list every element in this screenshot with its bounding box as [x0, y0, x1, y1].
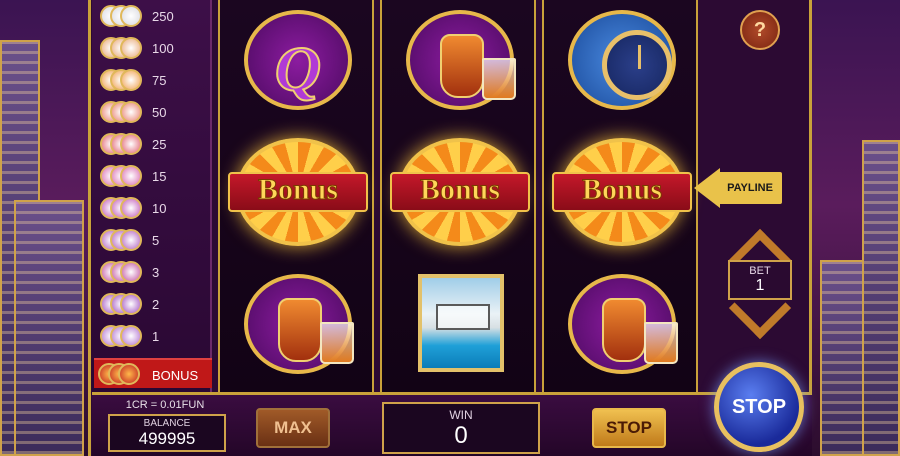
payline-label: PAYLINE [718, 172, 782, 204]
max-bet-button[interactable]: MAX [256, 408, 330, 448]
bonus-symbol-icon [98, 363, 144, 387]
paytable-multiplier: 100 [152, 41, 174, 56]
watch-symbol-icon [568, 10, 676, 110]
reel-cell [554, 4, 690, 116]
paytable-row: 15 [100, 164, 208, 190]
q-symbol-icon: Q [244, 10, 352, 110]
villa-symbol-icon [418, 274, 504, 372]
paytable-row: 100 [100, 36, 208, 62]
balance-label: BALANCE [143, 418, 191, 429]
watch-symbol-icon [100, 69, 146, 93]
perfume-symbol-icon [100, 165, 146, 189]
cash-symbol-icon [100, 37, 146, 61]
ring-symbol-icon [100, 133, 146, 157]
paytable-multiplier: 2 [152, 297, 160, 312]
paytable-multiplier: 50 [152, 105, 167, 120]
reel-cell [230, 268, 366, 380]
cognac-symbol-icon [406, 10, 516, 110]
cognac-symbol-icon [568, 274, 678, 374]
help-button[interactable]: ? [740, 10, 780, 50]
reel-2: Bonus [380, 0, 536, 392]
win-value: 0 [454, 422, 468, 449]
reel-cell [392, 4, 528, 116]
a-symbol-icon [100, 229, 146, 253]
bar-symbol-icon [100, 5, 146, 29]
credit-rate: 1CR = 0.01FUN [125, 399, 205, 411]
paytable-bonus-row: BONUS [94, 358, 212, 388]
paytable-row: 3 [100, 260, 208, 286]
paytable-row: 5 [100, 228, 208, 254]
villa-symbol-icon [100, 197, 146, 221]
reel-cell: Bonus [390, 136, 530, 248]
stop-button[interactable]: STOP [592, 408, 666, 448]
reel-cell [392, 264, 528, 376]
cognac-symbol-icon [244, 274, 354, 374]
bet-label: BET [749, 265, 771, 277]
paytable-multiplier: 25 [152, 137, 167, 152]
reel-cell: Bonus [552, 136, 692, 248]
k-symbol-icon [100, 261, 146, 285]
paytable-multiplier: 3 [152, 265, 160, 280]
paytable-multiplier: 1 [152, 329, 160, 344]
paytable-multiplier: 15 [152, 169, 167, 184]
paytable-row: 75 [100, 68, 208, 94]
bonus-symbol-text: Bonus [419, 173, 501, 207]
reel-3: Bonus [542, 0, 698, 392]
bonus-symbol-text: Bonus [257, 173, 339, 207]
paytable-multiplier: 5 [152, 233, 160, 248]
paytable-row: 1 [100, 324, 208, 350]
paytable-multiplier: 10 [152, 201, 167, 216]
paytable-multiplier: 75 [152, 73, 167, 88]
spin-stop-button[interactable]: STOP [714, 362, 804, 452]
reel-cell: Q [230, 4, 366, 116]
paytable-row: 25 [100, 132, 208, 158]
paytable-row: 250 [100, 4, 208, 30]
paytable-row: 50 [100, 100, 208, 126]
paytable-bonus-label: BONUS [152, 368, 199, 383]
balance-value: 499995 [138, 429, 196, 448]
reel-cell [554, 268, 690, 380]
j-symbol-icon [100, 325, 146, 349]
cognac-symbol-icon [100, 101, 146, 125]
paytable-multiplier: 250 [152, 9, 174, 24]
paytable-row: 2 [100, 292, 208, 318]
bonus-symbol-text: Bonus [581, 173, 663, 207]
skyscraper-right-2 [862, 140, 900, 456]
bet-increase-button[interactable] [728, 226, 792, 260]
payline-marker: PAYLINE [694, 168, 786, 208]
payline-arrow-icon [694, 168, 720, 208]
reel-1: Q Bonus [218, 0, 374, 392]
q-symbol-icon [100, 293, 146, 317]
reel-cell: Bonus [228, 136, 368, 248]
win-display: WIN 0 [382, 402, 540, 454]
bet-decrease-button[interactable] [728, 302, 792, 336]
win-label: WIN [449, 408, 473, 422]
paytable-row: 10 [100, 196, 208, 222]
balance-display: BALANCE 499995 [108, 414, 226, 452]
skyscraper-left-2 [14, 200, 84, 456]
